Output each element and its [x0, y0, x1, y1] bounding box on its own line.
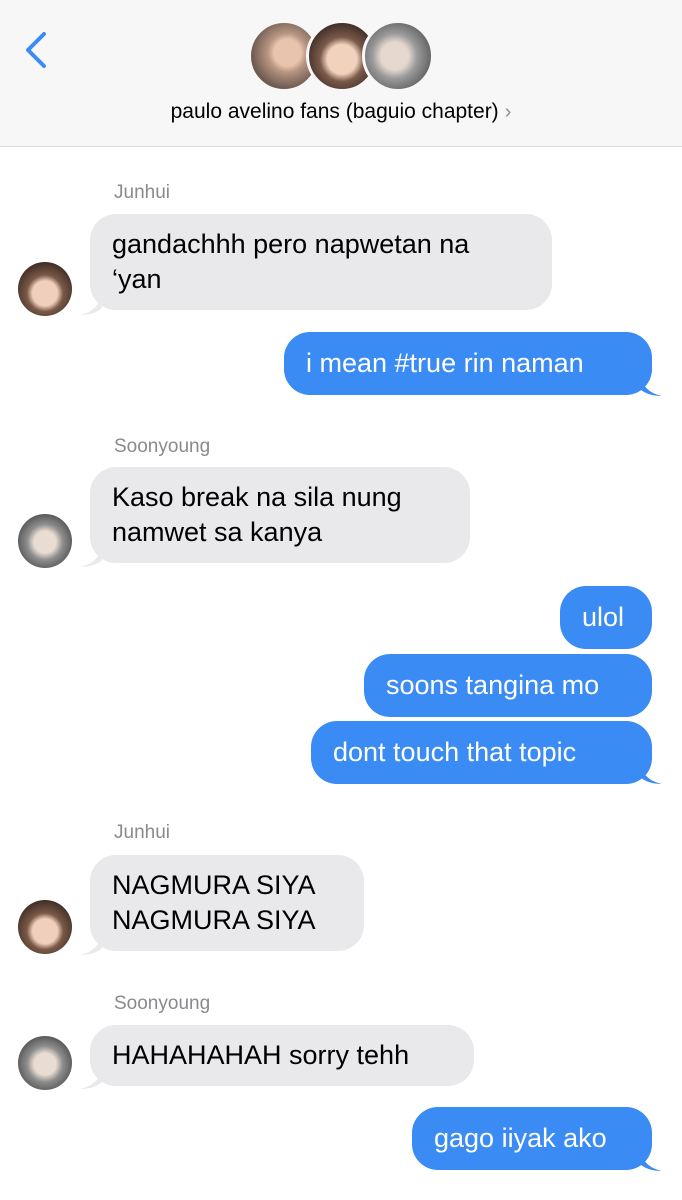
message-text: dont touch that topic: [333, 737, 577, 767]
outgoing-message[interactable]: i mean #true rin naman: [284, 332, 652, 395]
message-text: gandachhh pero napwetan na: [112, 229, 470, 259]
incoming-message[interactable]: NAGMURA SIYA NAGMURA SIYA: [90, 855, 364, 951]
incoming-message[interactable]: Kaso break na sila nung namwet sa kanya: [90, 467, 470, 563]
outgoing-message[interactable]: dont touch that topic: [311, 721, 652, 784]
bubble-tail: [80, 546, 102, 567]
bubble-tail: [80, 1068, 102, 1089]
group-name: paulo avelino fans (baguio chapter): [170, 100, 499, 123]
chevron-right-icon: ›: [504, 101, 512, 123]
avatar: [362, 20, 434, 92]
sender-name: Soonyoung: [114, 993, 211, 1014]
bubble-tail: [640, 763, 662, 784]
outgoing-message[interactable]: gago iiyak ako: [412, 1107, 652, 1170]
chevron-left-icon: [26, 32, 46, 68]
outgoing-message[interactable]: soons tangina mo: [364, 654, 652, 717]
bubble-tail: [640, 375, 662, 396]
sender-name: Junhui: [114, 182, 170, 203]
conversation-header: paulo avelino fans (baguio chapter) ›: [0, 0, 682, 147]
message-text: Kaso break na sila nung: [112, 482, 402, 512]
back-button[interactable]: [20, 28, 54, 72]
avatar: [18, 514, 72, 568]
bubble-tail: [640, 1150, 662, 1171]
message-text: NAGMURA SIYA: [112, 870, 316, 900]
incoming-message[interactable]: HAHAHAHAH sorry tehh: [90, 1025, 474, 1086]
message-text: gago iiyak ako: [434, 1123, 607, 1153]
group-name-button[interactable]: paulo avelino fans (baguio chapter) ›: [0, 100, 682, 124]
outgoing-message[interactable]: ulol: [560, 586, 652, 649]
incoming-message[interactable]: gandachhh pero napwetan na ‘yan: [90, 214, 552, 310]
avatar: [18, 262, 72, 316]
avatar: [18, 1036, 72, 1090]
message-text: namwet sa kanya: [112, 517, 323, 547]
message-text: ulol: [582, 602, 625, 632]
message-text: ‘yan: [112, 264, 162, 294]
message-text: HAHAHAHAH sorry tehh: [112, 1040, 410, 1070]
bubble-tail: [80, 294, 102, 315]
group-avatars[interactable]: [248, 18, 438, 94]
message-text: NAGMURA SIYA: [112, 905, 316, 935]
avatar: [18, 900, 72, 954]
bubble-tail: [80, 934, 102, 955]
message-text: soons tangina mo: [386, 670, 600, 700]
message-text: i mean #true rin naman: [306, 348, 584, 378]
sender-name: Soonyoung: [114, 436, 211, 457]
sender-name: Junhui: [114, 822, 170, 843]
